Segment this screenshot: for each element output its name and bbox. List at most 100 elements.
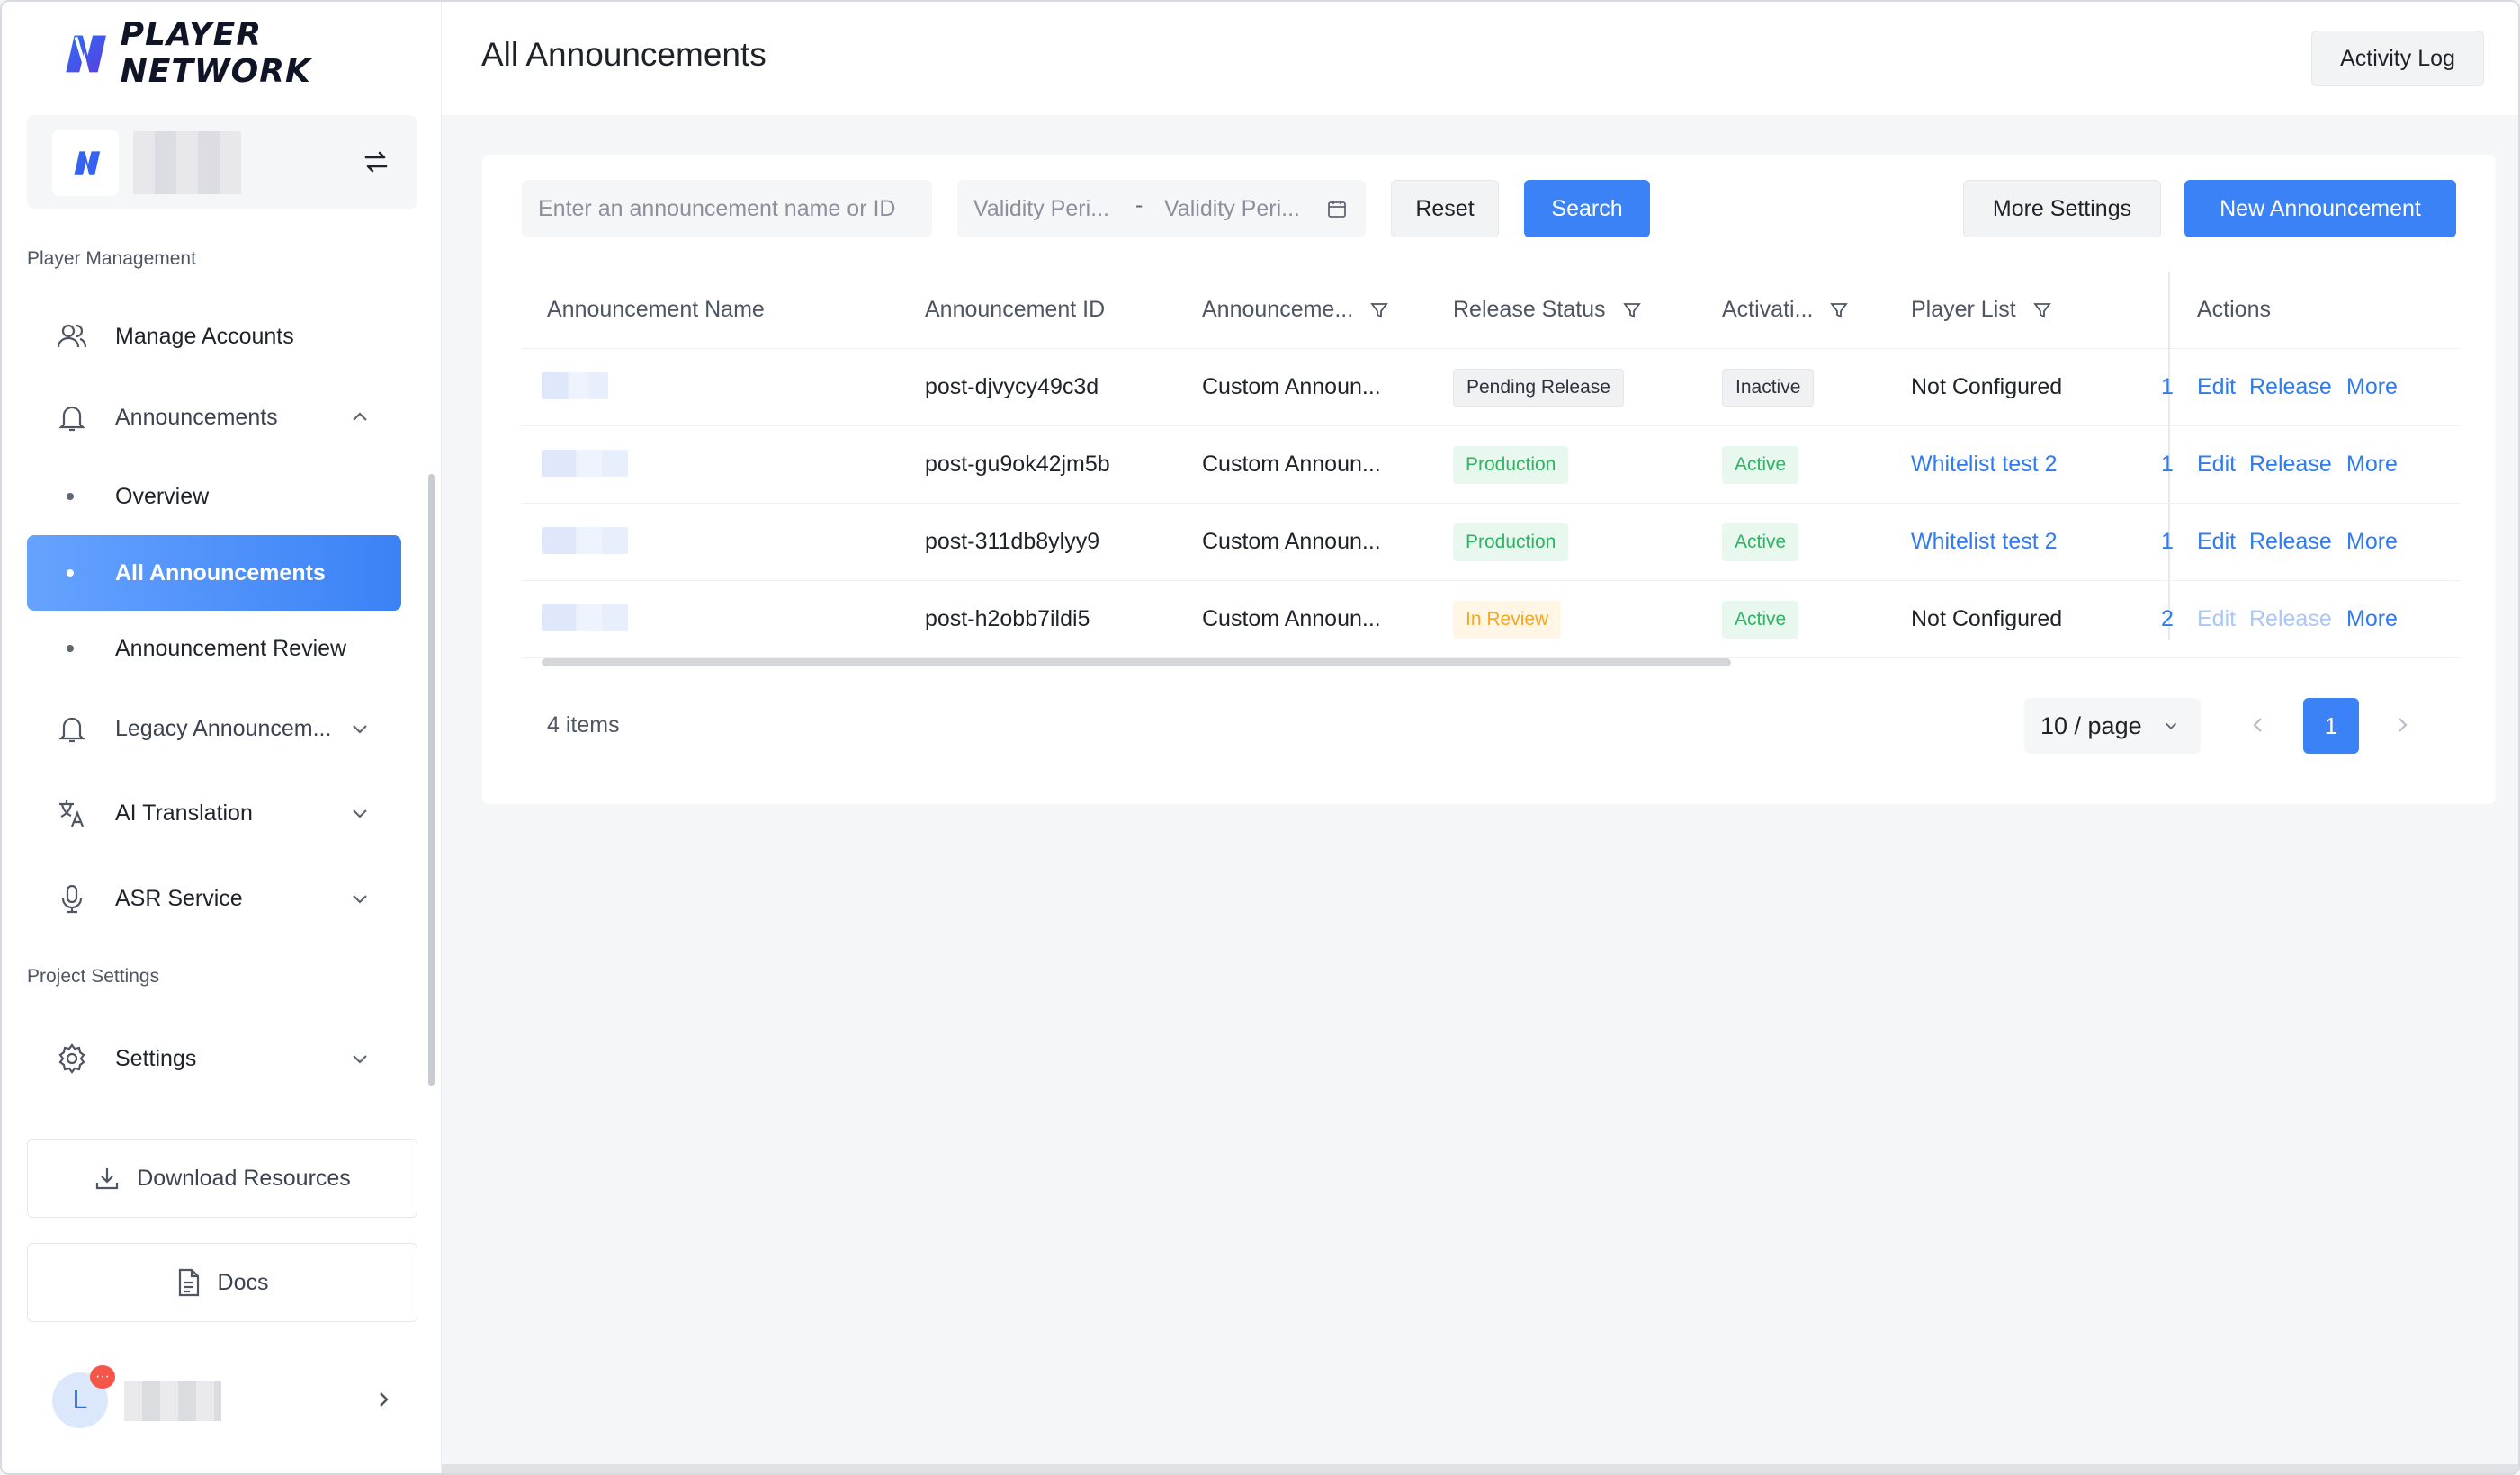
validity-separator: -: [1135, 192, 1143, 218]
previous-page-icon[interactable]: [2244, 711, 2273, 739]
download-icon: [96, 1168, 119, 1190]
release-status-badge: Production: [1453, 446, 1569, 484]
chevron-right-icon[interactable]: [372, 1389, 394, 1410]
more-link[interactable]: More: [2346, 374, 2398, 400]
column-player-list: Player List: [1911, 297, 2052, 323]
player-list-link[interactable]: Whitelist test 2: [1911, 451, 2058, 478]
sidebar-item-label: Legacy Announcem...: [115, 715, 332, 741]
app-window: PLAYER NETWORK Player Management Manage …: [0, 0, 2520, 1475]
edit-link-disabled: Edit: [2197, 606, 2237, 631]
sidebar-item-ai-translation[interactable]: AI Translation: [27, 775, 401, 851]
announcement-name-redacted[interactable]: [542, 527, 628, 554]
bullet-icon: [67, 493, 74, 500]
docs-button[interactable]: Docs: [27, 1243, 417, 1322]
edit-link[interactable]: Edit: [2197, 529, 2236, 555]
table-row: post-311db8ylyy9 Custom Announ... Produc…: [522, 504, 2460, 581]
docs-label: Docs: [217, 1269, 269, 1295]
sidebar-item-label: Manage Accounts: [115, 323, 294, 349]
page-size-value: 10 / page: [2040, 711, 2142, 739]
download-resources-button[interactable]: Download Resources: [27, 1139, 417, 1218]
announcement-type: Custom Announ...: [1202, 529, 1381, 554]
sidebar-item-all-announcements[interactable]: All Announcements: [27, 535, 401, 611]
activity-log-button[interactable]: Activity Log: [2311, 31, 2484, 86]
reset-button[interactable]: Reset: [1391, 180, 1499, 237]
sidebar-item-legacy-announcements[interactable]: Legacy Announcem...: [27, 691, 401, 766]
sidebar-item-label: AI Translation: [115, 800, 253, 826]
chevron-up-icon: [353, 412, 367, 421]
release-link[interactable]: Release: [2249, 451, 2332, 478]
truncated-column-value: 1: [2161, 374, 2174, 399]
table-row: post-h2obb7ildi5 Custom Announ... In Rev…: [522, 581, 2460, 658]
section-project-settings: Project Settings: [27, 966, 160, 987]
brand-name: PLAYER NETWORK: [120, 16, 311, 90]
switch-project-icon[interactable]: [362, 148, 390, 176]
new-announcement-button[interactable]: New Announcement: [2184, 180, 2456, 237]
bullet-icon: [67, 569, 74, 577]
column-activation: Activati...: [1722, 297, 1849, 323]
sidebar-item-announcement-review[interactable]: Announcement Review: [27, 611, 401, 686]
chevron-down-icon: [2165, 722, 2177, 730]
next-page-icon[interactable]: [2388, 711, 2417, 739]
item-count: 4 items: [547, 712, 620, 738]
column-actions: Actions: [2197, 297, 2271, 323]
more-link[interactable]: More: [2346, 451, 2398, 478]
project-name-redacted: [133, 131, 241, 194]
sidebar-item-manage-accounts[interactable]: Manage Accounts: [27, 299, 401, 374]
announcement-name-redacted[interactable]: [542, 604, 628, 631]
more-settings-button[interactable]: More Settings: [1963, 180, 2161, 237]
filter-icon[interactable]: [1622, 300, 1642, 320]
truncated-column-value: 1: [2161, 529, 2174, 554]
filter-icon[interactable]: [2032, 300, 2052, 320]
sidebar-item-announcements[interactable]: Announcements: [27, 380, 401, 455]
table-row: post-gu9ok42jm5b Custom Announ... Produc…: [522, 426, 2460, 504]
release-link[interactable]: Release: [2249, 529, 2332, 555]
sidebar-item-label: All Announcements: [115, 559, 326, 586]
sidebar-item-label: Announcement Review: [115, 635, 347, 661]
player-list-link[interactable]: Whitelist test 2: [1911, 529, 2058, 555]
activation-badge: Active: [1722, 446, 1799, 484]
validity-period-picker[interactable]: Validity Peri... - Validity Peri...: [957, 180, 1366, 237]
announcements-card: Validity Peri... - Validity Peri... Rese…: [482, 155, 2496, 804]
release-link[interactable]: Release: [2249, 374, 2332, 400]
filter-icon[interactable]: [1369, 300, 1389, 320]
table-horizontal-scrollbar[interactable]: [542, 658, 1731, 666]
sidebar-item-settings[interactable]: Settings: [27, 1021, 401, 1096]
calendar-icon: [1328, 201, 1346, 218]
release-status-badge: Production: [1453, 523, 1569, 561]
microphone-icon: [61, 884, 83, 914]
sidebar-scrollbar[interactable]: [428, 474, 435, 1086]
announcement-type: Custom Announ...: [1202, 374, 1381, 399]
column-announcement-type: Announceme...: [1202, 297, 1389, 323]
announcement-name-redacted[interactable]: [542, 450, 628, 477]
more-link[interactable]: More: [2346, 606, 2398, 632]
chevron-down-icon: [353, 1055, 367, 1064]
sidebar-item-asr-service[interactable]: ASR Service: [27, 861, 401, 936]
column-release-status: Release Status: [1453, 297, 1642, 323]
sidebar-item-overview[interactable]: Overview: [27, 459, 401, 534]
project-switcher[interactable]: [27, 115, 417, 209]
page-horizontal-scrollbar[interactable]: [442, 1464, 2518, 1473]
column-label: Activati...: [1722, 297, 1814, 322]
search-button[interactable]: Search: [1524, 180, 1650, 237]
validity-end-field[interactable]: Validity Peri...: [1164, 196, 1315, 222]
download-resources-label: Download Resources: [137, 1165, 351, 1191]
announcement-name-redacted[interactable]: [542, 372, 608, 399]
column-label: Release Status: [1453, 297, 1606, 322]
project-logo: [52, 130, 119, 196]
brand-logo[interactable]: PLAYER NETWORK: [58, 16, 441, 90]
user-profile[interactable]: L ···: [52, 1365, 394, 1432]
filter-icon[interactable]: [1829, 300, 1849, 320]
page-button-current[interactable]: 1: [2303, 698, 2359, 754]
edit-link[interactable]: Edit: [2197, 374, 2236, 400]
release-status-badge: In Review: [1453, 601, 1562, 639]
bullet-icon: [67, 645, 74, 652]
column-label: Announceme...: [1202, 297, 1354, 322]
edit-link[interactable]: Edit: [2197, 451, 2236, 478]
bell-icon: [58, 717, 85, 743]
announcement-type: Custom Announ...: [1202, 606, 1381, 631]
announcement-id: post-gu9ok42jm5b: [925, 451, 1110, 477]
page-size-select[interactable]: 10 / page: [2024, 698, 2201, 754]
validity-start-field[interactable]: Validity Peri...: [973, 196, 1125, 222]
search-input[interactable]: [522, 180, 932, 237]
more-link[interactable]: More: [2346, 529, 2398, 555]
